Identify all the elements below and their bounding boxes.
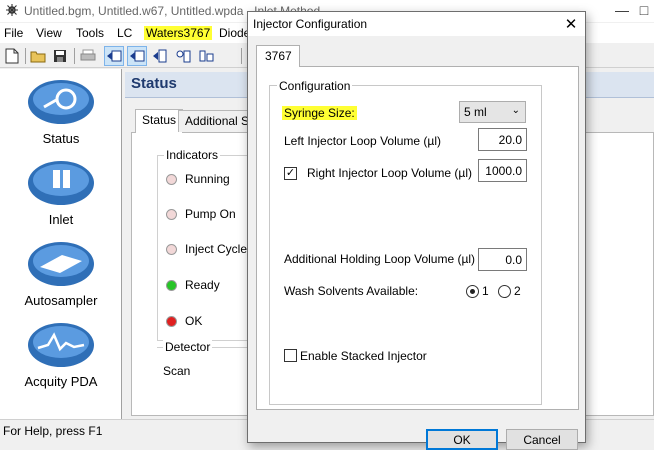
dialog-title: Injector Configuration [253, 17, 368, 31]
sidebar-item-label: Status [42, 131, 80, 146]
close-icon[interactable]: ✕ [560, 15, 582, 33]
led-icon [166, 174, 177, 185]
indicator-running: Running [166, 172, 230, 186]
configuration-legend: Configuration [277, 79, 353, 93]
wash-solvents-label: Wash Solvents Available: [284, 284, 419, 298]
save-icon[interactable] [50, 46, 70, 66]
sidebar-item-autosampler[interactable]: Autosampler [0, 233, 122, 313]
indicator-pump-on: Pump On [166, 207, 236, 221]
sidebar-item-label: Autosampler [24, 293, 98, 308]
holding-loop-volume-input[interactable]: 0.0 [478, 248, 527, 271]
menu-waters3767[interactable]: Waters3767 [144, 26, 213, 40]
sidebar-item-acquity-pda[interactable]: Acquity PDA [0, 314, 122, 394]
holding-loop-label: Additional Holding Loop Volume (µl) [284, 252, 476, 266]
print-icon[interactable] [78, 46, 98, 66]
maximize-icon[interactable]: □ [634, 2, 654, 20]
inlet-bottles-icon [28, 161, 94, 205]
autosampler-tray-icon [28, 242, 94, 286]
syringe-size-select[interactable]: 5 ml ⌄ [459, 101, 526, 123]
indicator-inject-cycle: Inject Cycle [166, 242, 247, 256]
status-gauge-icon [28, 80, 94, 124]
tab-3767[interactable]: 3767 [256, 45, 300, 67]
open-folder-icon[interactable] [28, 46, 48, 66]
right-loop-volume-input[interactable]: 1000.0 [478, 159, 527, 182]
app-icon [6, 4, 18, 16]
wash-option-1-radio[interactable] [466, 285, 479, 298]
menu-file[interactable]: File [4, 26, 23, 40]
stacked-injector-checkbox[interactable] [284, 349, 297, 362]
indicators-legend: Indicators [164, 148, 221, 162]
scan-label: Scan [163, 364, 191, 378]
page-title: Status [131, 75, 177, 92]
wash-option-2-label: 2 [514, 284, 521, 298]
menu-view[interactable]: View [36, 26, 62, 40]
sidebar-item-status[interactable]: Status [0, 71, 122, 151]
menu-lc[interactable]: LC [117, 26, 132, 40]
led-icon [166, 244, 177, 255]
sidebar: Status Inlet Autosampler Acquity PDA [0, 69, 122, 419]
menu-diode[interactable]: Diode [219, 26, 250, 40]
right-loop-checkbox[interactable]: ✓ [284, 167, 297, 180]
led-icon [166, 209, 177, 220]
dialog-title-bar: Injector Configuration ✕ [248, 12, 585, 36]
menu-tools[interactable]: Tools [76, 26, 104, 40]
wash-option-2-radio[interactable] [498, 285, 511, 298]
syringe-size-label: Syringe Size: [282, 106, 357, 120]
method-save-icon[interactable] [127, 46, 147, 66]
left-loop-label: Left Injector Loop Volume (µl) [284, 134, 441, 148]
indicator-ok: OK [166, 314, 202, 328]
led-icon [166, 316, 177, 327]
status-bar-text: For Help, press F1 [3, 424, 103, 438]
ok-button[interactable]: OK [426, 429, 498, 450]
left-loop-volume-input[interactable]: 20.0 [478, 128, 527, 151]
sidebar-item-label: Inlet [48, 212, 74, 227]
pda-spectrum-icon [28, 323, 94, 367]
injector-configuration-dialog: Injector Configuration ✕ 3767 Configurat… [247, 11, 586, 450]
cancel-button[interactable]: Cancel [506, 429, 578, 450]
new-file-icon[interactable] [2, 46, 22, 66]
chevron-down-icon: ⌄ [511, 105, 520, 116]
stacked-injector-label: Enable Stacked Injector [300, 349, 427, 363]
inject-icon[interactable] [150, 46, 170, 66]
sidebar-item-inlet[interactable]: Inlet [0, 152, 122, 232]
minimize-icon[interactable]: — [612, 2, 632, 20]
right-loop-label: Right Injector Loop Volume (µl) [307, 166, 472, 180]
led-icon [166, 280, 177, 291]
detector-legend: Detector [163, 340, 213, 354]
indicator-ready: Ready [166, 278, 220, 292]
wash-option-1-label: 1 [482, 284, 489, 298]
sidebar-item-label: Acquity PDA [24, 374, 98, 389]
wash-icon[interactable] [196, 46, 216, 66]
method-load-icon[interactable] [104, 46, 124, 66]
tab-status[interactable]: Status [135, 109, 184, 133]
rack-icon[interactable] [173, 46, 193, 66]
